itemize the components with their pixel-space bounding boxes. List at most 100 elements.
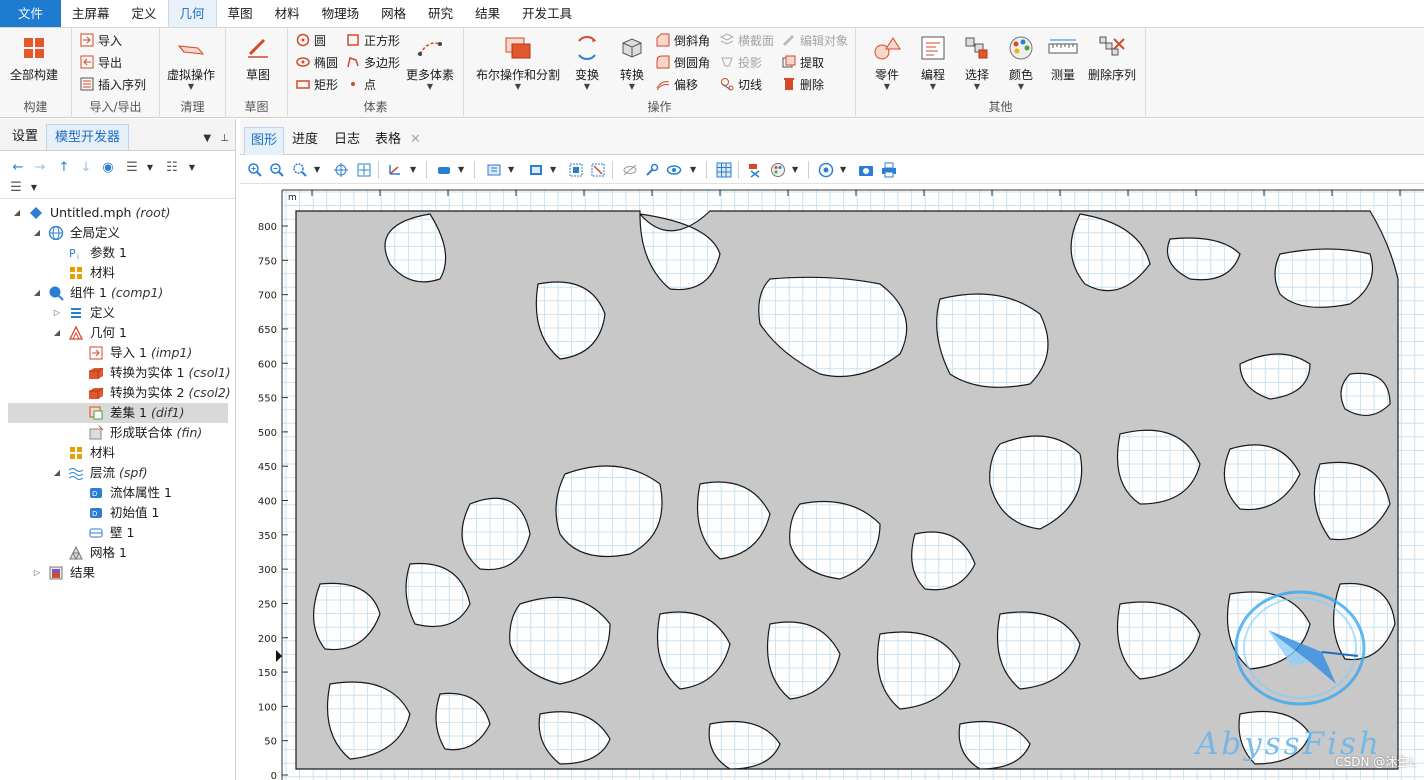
tree-node[interactable]: 材料: [8, 263, 228, 283]
convert-button[interactable]: 转换 ▼: [617, 34, 647, 91]
tree-node[interactable]: ◢ Untitled.mph (root): [8, 203, 228, 223]
chevron-down-icon[interactable]: ▼: [410, 165, 416, 174]
collapse-sections-icon[interactable]: ☷: [164, 159, 180, 175]
chevron-down-icon[interactable]: ▼: [203, 133, 211, 144]
center-icon[interactable]: [333, 162, 349, 178]
collapse-arrow-icon[interactable]: ◢: [52, 323, 62, 343]
rectangle-button[interactable]: 矩形: [296, 74, 338, 94]
print-icon[interactable]: [881, 162, 897, 178]
chevron-down-icon[interactable]: ▼: [792, 165, 798, 174]
programming-button[interactable]: 编程 ▼: [918, 34, 948, 91]
extract-button[interactable]: 提取: [782, 52, 824, 72]
measure-button[interactable]: 测量: [1048, 34, 1078, 83]
zoom-box-icon[interactable]: [292, 162, 308, 178]
parts-button[interactable]: 零件 ▼: [872, 34, 902, 91]
select-domains-icon[interactable]: [528, 162, 544, 178]
insert-sequence-button[interactable]: 插入序列: [80, 74, 146, 94]
select-objects-icon[interactable]: [486, 162, 502, 178]
menu-developer[interactable]: 开发工具: [511, 0, 583, 27]
grid-icon[interactable]: [716, 162, 732, 178]
collapse-arrow-icon[interactable]: ◢: [32, 283, 42, 303]
delete-button[interactable]: 删除: [782, 74, 824, 94]
color-button[interactable]: 颜色 ▼: [1006, 34, 1036, 91]
collapse-arrow-icon[interactable]: ◢: [12, 203, 22, 223]
square-button[interactable]: 正方形: [346, 30, 400, 50]
tree-node[interactable]: 形成联合体 (fin): [8, 423, 228, 443]
arrow-down-icon[interactable]: ↓: [78, 159, 94, 175]
menu-definitions[interactable]: 定义: [121, 0, 168, 27]
more-primitives-button[interactable]: 更多体素 ▼: [406, 34, 454, 91]
menu-materials[interactable]: 材料: [264, 0, 311, 27]
close-icon[interactable]: ✕: [404, 127, 427, 155]
menu-sketch[interactable]: 草图: [217, 0, 264, 27]
tree-node[interactable]: 差集 1 (dif1): [8, 403, 228, 423]
chevron-down-icon[interactable]: ▼: [184, 159, 200, 175]
menu-home[interactable]: 主屏幕: [61, 0, 121, 27]
tree-node[interactable]: ◢ 几何 1: [8, 323, 228, 343]
tree-node[interactable]: 导入 1 (imp1): [8, 343, 228, 363]
tab-log[interactable]: 日志: [328, 127, 366, 155]
menu-file[interactable]: 文件: [0, 0, 62, 27]
list-view-icon[interactable]: ☰: [8, 179, 24, 195]
expand-sections-icon[interactable]: ☰: [124, 159, 140, 175]
tab-progress[interactable]: 进度: [286, 127, 324, 155]
fillet-button[interactable]: 倒圆角: [656, 52, 710, 72]
tree-node[interactable]: Pi 参数 1: [8, 243, 228, 263]
zoom-in-icon[interactable]: [247, 162, 263, 178]
tree-node[interactable]: D 初始值 1: [8, 503, 228, 523]
tree-node[interactable]: ◢ 层流 (spf): [8, 463, 228, 483]
chevron-down-icon[interactable]: ▼: [690, 165, 696, 174]
select-box-icon[interactable]: [568, 162, 584, 178]
menu-mesh[interactable]: 网格: [370, 0, 417, 27]
hide-icon[interactable]: [622, 162, 638, 178]
zoom-out-icon[interactable]: [269, 162, 285, 178]
edit-object-button[interactable]: 编辑对象: [782, 30, 848, 50]
boolean-partition-button[interactable]: 布尔操作和分割 ▼: [476, 34, 560, 91]
chevron-down-icon[interactable]: ▼: [508, 165, 514, 174]
tree-node[interactable]: 材料: [8, 443, 228, 463]
tangent-button[interactable]: 切线: [720, 74, 762, 94]
tab-settings[interactable]: 设置: [4, 124, 46, 150]
tab-graphics[interactable]: 图形: [244, 127, 285, 155]
axis-orientation-icon[interactable]: [386, 162, 402, 178]
palette-icon[interactable]: [770, 162, 786, 178]
import-button[interactable]: 导入: [80, 30, 122, 50]
view-icon[interactable]: [666, 162, 682, 178]
scene-light-icon[interactable]: [436, 162, 452, 178]
tab-table[interactable]: 表格: [369, 127, 407, 155]
tree-node[interactable]: 网格 1: [8, 543, 228, 563]
chevron-down-icon[interactable]: ▼: [26, 179, 42, 195]
reset-colors-icon[interactable]: [747, 162, 763, 178]
tree-node[interactable]: 转换为实体 1 (csol1): [8, 363, 231, 383]
tree-node[interactable]: ▷ 定义: [8, 303, 228, 323]
menu-results[interactable]: 结果: [464, 0, 511, 27]
pin-icon[interactable]: ⊥: [220, 133, 229, 144]
expand-arrow-icon[interactable]: ▷: [32, 563, 42, 583]
deselect-icon[interactable]: [590, 162, 606, 178]
menu-study[interactable]: 研究: [417, 0, 464, 27]
tree-node[interactable]: ◢ 组件 1 (comp1): [8, 283, 228, 303]
tree-node[interactable]: ◢ 全局定义: [8, 223, 228, 243]
wrench-icon[interactable]: [644, 162, 660, 178]
select-button[interactable]: 选择 ▼: [962, 34, 992, 91]
virtual-operations-button[interactable]: 虚拟操作 ▼: [167, 34, 215, 91]
chevron-down-icon[interactable]: ▼: [458, 165, 464, 174]
ellipse-button[interactable]: 椭圆: [296, 52, 338, 72]
delete-sequence-button[interactable]: 删除序列: [1088, 34, 1136, 83]
export-button[interactable]: 导出: [80, 52, 122, 72]
chevron-down-icon[interactable]: ▼: [314, 165, 320, 174]
arrow-left-icon[interactable]: ←: [10, 159, 26, 175]
menu-physics[interactable]: 物理场: [311, 0, 371, 27]
expand-arrow-icon[interactable]: ▷: [52, 303, 62, 323]
collapse-arrow-icon[interactable]: ◢: [52, 463, 62, 483]
menu-geometry[interactable]: 几何: [167, 0, 217, 27]
arrow-up-icon[interactable]: ↑: [56, 159, 72, 175]
chevron-down-icon[interactable]: ▼: [840, 165, 846, 174]
show-icon[interactable]: ◉: [100, 159, 116, 175]
build-all-button[interactable]: 全部构建: [10, 34, 58, 83]
aperture-icon[interactable]: [818, 162, 834, 178]
tree-node[interactable]: 壁 1: [8, 523, 228, 543]
camera-icon[interactable]: [858, 162, 874, 178]
point-button[interactable]: 点: [346, 74, 376, 94]
zoom-extents-icon[interactable]: [356, 162, 372, 178]
